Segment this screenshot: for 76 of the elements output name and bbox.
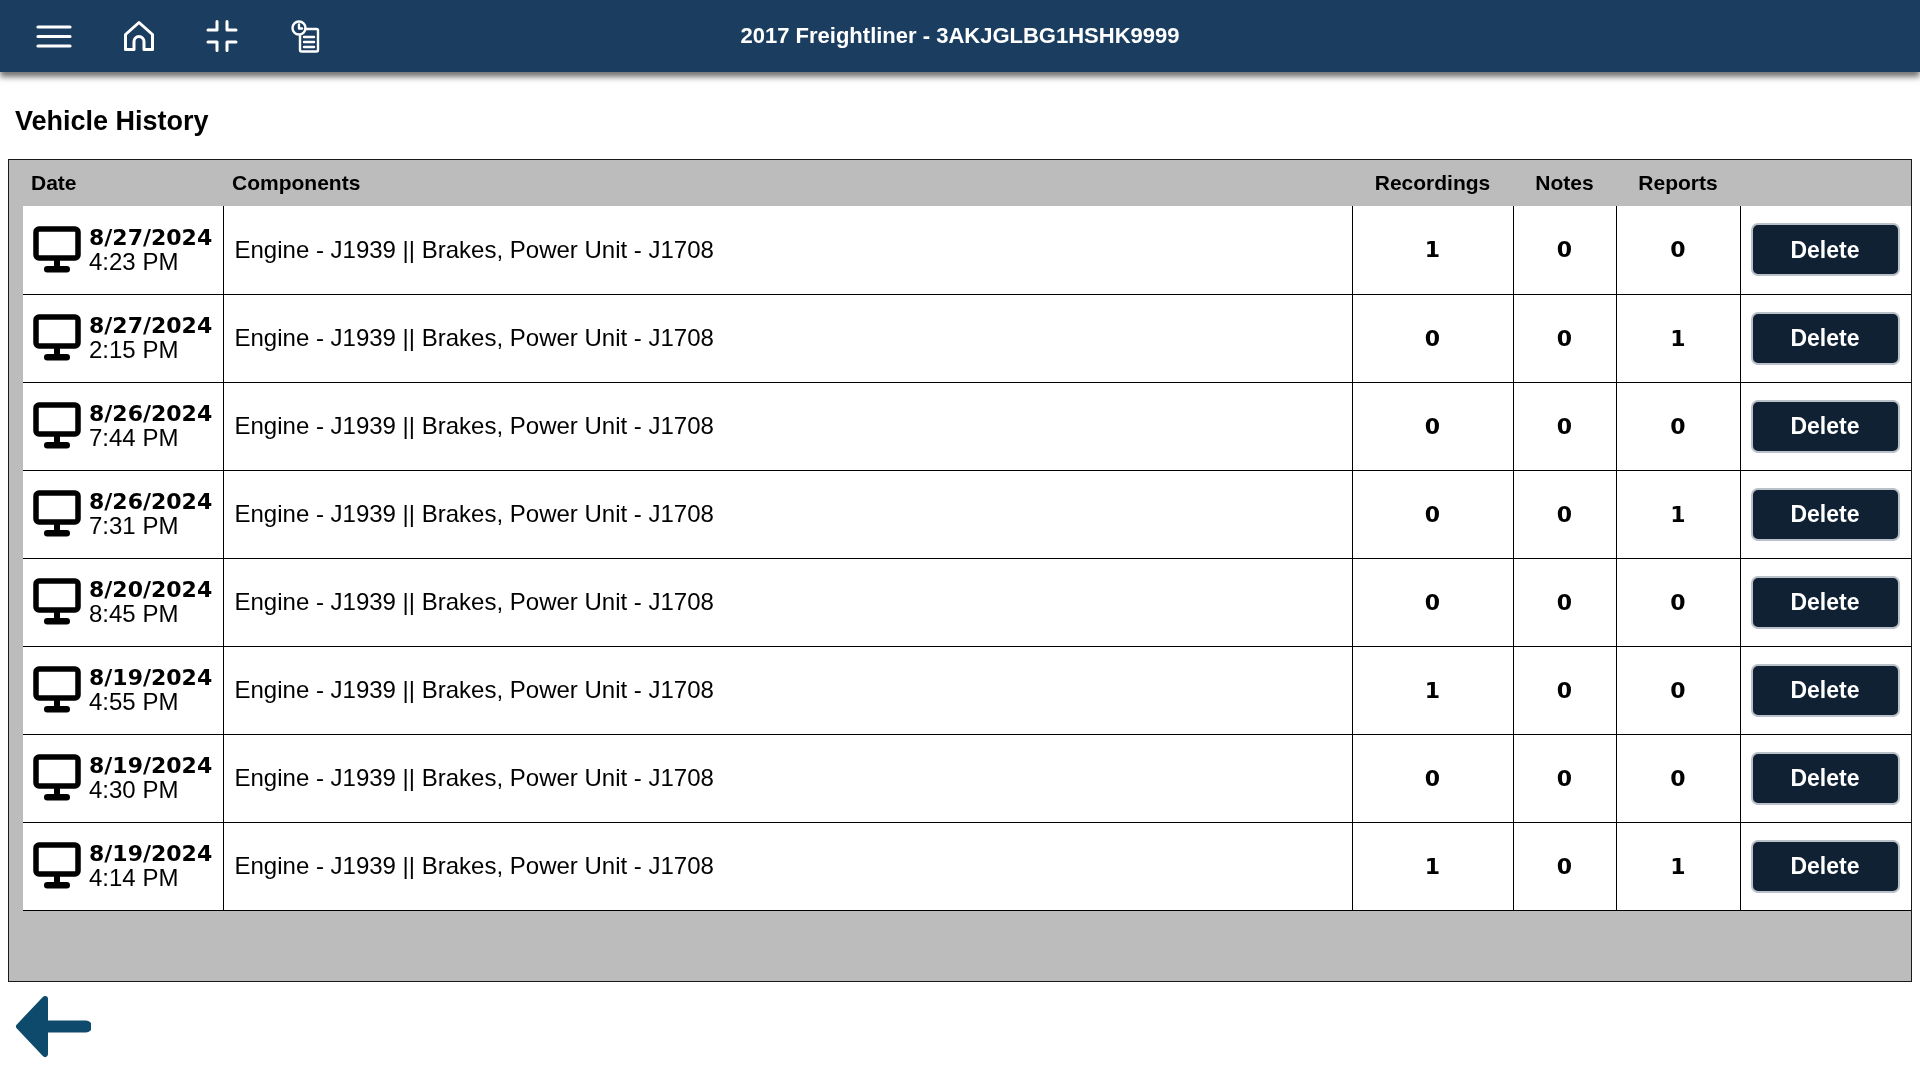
monitor-icon [33,842,81,890]
time-text: 4:55 PM [89,690,179,714]
table-cell: 0 [1513,822,1616,910]
table-cell: 0 [1352,294,1513,382]
time-text: 2:15 PM [89,338,179,362]
date-text: 8/20/2024 [89,578,213,602]
time-text: 4:23 PM [89,249,179,274]
document-clock-icon[interactable] [290,19,320,53]
table-cell: Engine - J1939 || Brakes, Power Unit - J1708 [223,470,1352,558]
table-cell: 0 [1513,206,1616,294]
table-cell: 0 [1616,382,1740,470]
date-text: 8/27/2024 [89,225,213,250]
table-cell: 0 [1513,382,1616,470]
delete-button[interactable]: Delete [1750,487,1900,541]
delete-button[interactable]: Delete [1750,663,1900,717]
column-header: Date [31,171,77,195]
table-cell: 1 [1616,822,1740,910]
date-text: 8/26/2024 [89,402,213,426]
table-cell: 0 [1352,470,1513,558]
date-text: 8/19/2024 [89,666,213,690]
column-header: Notes [1535,171,1594,195]
table-cell: 1 [1616,294,1740,382]
table-cell: Engine - J1939 || Brakes, Power Unit - J1708 [223,294,1352,382]
table-cell: 0 [1616,646,1740,734]
table-cell: 0 [1352,382,1513,470]
monitor-icon [33,225,81,274]
menu-icon[interactable] [36,24,72,48]
date-text: 8/19/2024 [89,754,213,778]
table-cell: 1 [1352,206,1513,294]
date-text: 8/19/2024 [89,842,213,866]
table-cell: 0 [1513,470,1616,558]
table-cell: Engine - J1939 || Brakes, Power Unit - J1708 [223,822,1352,910]
column-header: Components [232,171,361,195]
back-arrow-icon[interactable] [15,995,91,1058]
monitor-icon [33,490,81,538]
exit-fullscreen-icon[interactable] [206,20,238,52]
time-text: 4:14 PM [89,866,179,890]
home-icon[interactable] [123,20,155,52]
time-text: 7:44 PM [89,426,179,450]
table-cell: Engine - J1939 || Brakes, Power Unit - J1708 [223,558,1352,646]
column-header: Reports [1638,171,1718,195]
monitor-icon [33,402,81,450]
time-text: 8:45 PM [89,602,179,626]
delete-button[interactable]: Delete [1750,575,1900,629]
time-text: 4:30 PM [89,778,179,802]
table-cell: 0 [1616,558,1740,646]
table-cell: Engine - J1939 || Brakes, Power Unit - J1708 [223,646,1352,734]
date-text: 8/27/2024 [89,314,213,338]
table-cell: 0 [1513,646,1616,734]
table-cell: Engine - J1939 || Brakes, Power Unit - J1708 [223,206,1352,294]
table-cell: 0 [1513,294,1616,382]
page-title: Vehicle History [15,105,209,137]
time-text: 7:31 PM [89,514,179,538]
table-cell: 0 [1513,558,1616,646]
delete-button[interactable]: Delete [1750,311,1900,365]
delete-button[interactable]: Delete [1750,223,1900,277]
table-cell: Engine - J1939 || Brakes, Power Unit - J1708 [223,734,1352,822]
date-text: 8/26/2024 [89,490,213,514]
table-cell: 1 [1352,822,1513,910]
table-cell: 1 [1352,646,1513,734]
monitor-icon [33,314,81,362]
table-cell: 1 [1616,470,1740,558]
table-cell: Engine - J1939 || Brakes, Power Unit - J1708 [223,382,1352,470]
delete-button[interactable]: Delete [1750,399,1900,453]
table-cell: 0 [1616,734,1740,822]
monitor-icon [33,666,81,714]
monitor-icon [33,578,81,626]
table-cell: 0 [1352,558,1513,646]
table-cell: 0 [1513,734,1616,822]
vehicle-title: 2017 Freightliner - 3AKJGLBG1HSHK9999 [740,25,1180,47]
table-cell: 0 [1352,734,1513,822]
monitor-icon [33,754,81,802]
table-cell: 0 [1616,206,1740,294]
delete-button[interactable]: Delete [1750,751,1900,805]
column-header: Recordings [1374,171,1491,195]
delete-button[interactable]: Delete [1750,839,1900,893]
